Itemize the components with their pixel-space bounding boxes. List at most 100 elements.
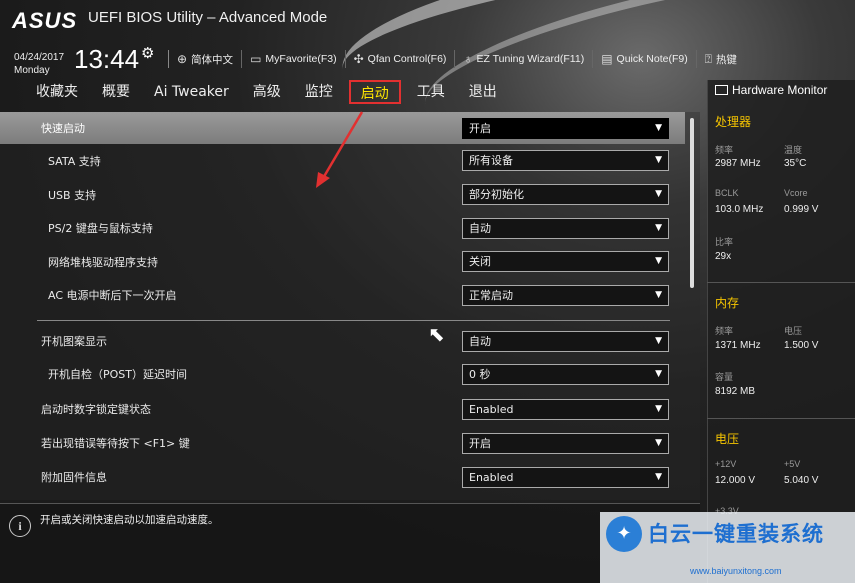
cpu-section-title: 处理器 xyxy=(715,115,752,129)
date-text: 04/24/2017 xyxy=(14,52,65,63)
setting-row-ps2[interactable]: PS/2 键盘与鼠标支持 自动 ▼ xyxy=(0,212,685,244)
chevron-down-icon: ▼ xyxy=(655,290,662,300)
quick-note-label: Quick Note(F9) xyxy=(616,53,688,65)
tab-boot[interactable]: 启动 xyxy=(348,80,401,104)
tab-ai-tweaker[interactable]: Ai Tweaker xyxy=(142,80,241,104)
section-divider xyxy=(707,418,855,419)
hotkeys-button[interactable]: ⍰ 热键 xyxy=(695,50,745,68)
numlock-select[interactable]: Enabled ▼ xyxy=(462,399,669,420)
sata-support-select[interactable]: 所有设备 ▼ xyxy=(462,150,669,171)
network-stack-select[interactable]: 关闭 ▼ xyxy=(462,251,669,272)
watermark-text: 白云一键重装系统 xyxy=(648,522,824,546)
bclk-value: 103.0 MHz xyxy=(715,204,764,215)
help-text: 开启或关闭快速启动以加速启动速度。 xyxy=(40,514,219,526)
setting-row-wait-f1[interactable]: 若出现错误等待按下 <F1> 键 开启 ▼ xyxy=(0,427,685,459)
select-value: 部分初始化 xyxy=(469,188,524,201)
app-title: UEFI BIOS Utility – Advanced Mode xyxy=(88,9,328,26)
gear-icon[interactable]: ⚙ xyxy=(141,44,154,62)
hardware-monitor-title-text: Hardware Monitor xyxy=(732,83,828,97)
select-value: 0 秒 xyxy=(469,368,491,381)
toolbar: ⊕ 简体中文 ▭ MyFavorite(F3) ✣ Qfan Control(F… xyxy=(168,50,745,68)
cpu-freq-value: 2987 MHz xyxy=(715,158,761,169)
mem-capacity-label: 容量 xyxy=(715,372,734,382)
myfavorite-button[interactable]: ▭ MyFavorite(F3) xyxy=(241,50,345,68)
v12-value: 12.000 V xyxy=(715,475,756,486)
watermark-url: www.baiyunxitong.com xyxy=(690,566,782,576)
mem-freq-label: 频率 xyxy=(715,326,734,336)
setting-label: SATA 支持 xyxy=(48,155,101,168)
lightbulb-icon: ♁ xyxy=(463,52,473,66)
select-value: 自动 xyxy=(469,222,491,235)
qfan-control-button[interactable]: ✣ Qfan Control(F6) xyxy=(344,50,455,68)
select-value: 开启 xyxy=(469,437,491,450)
tab-advanced[interactable]: 高级 xyxy=(241,80,293,104)
setting-row-ac-power[interactable]: AC 电源中断后下一次开启 正常启动 ▼ xyxy=(0,279,685,311)
setting-row-numlock[interactable]: 启动时数字锁定键状态 Enabled ▼ xyxy=(0,393,685,425)
memory-section-title: 内存 xyxy=(715,296,740,310)
tab-favorites[interactable]: 收藏夹 xyxy=(0,80,90,104)
tab-monitor[interactable]: 监控 xyxy=(293,80,345,104)
myfavorite-label: MyFavorite(F3) xyxy=(265,53,337,65)
select-value: 正常启动 xyxy=(469,289,513,302)
select-value: Enabled xyxy=(469,471,514,484)
setting-row-firmware-info[interactable]: 附加固件信息 Enabled ▼ xyxy=(0,461,685,493)
note-icon: ▤ xyxy=(601,52,613,66)
ratio-label: 比率 xyxy=(715,237,734,247)
vcore-value: 0.999 V xyxy=(784,204,819,215)
language-button[interactable]: ⊕ 简体中文 xyxy=(168,50,241,68)
asus-logo: ASUS xyxy=(12,8,78,33)
voltage-section-title: 电压 xyxy=(715,432,740,446)
boot-logo-select[interactable]: 自动 ▼ xyxy=(462,331,669,352)
bclk-label: BCLK xyxy=(715,188,739,198)
setting-row-boot-logo[interactable]: 开机图案显示 自动 ▼ xyxy=(0,325,685,357)
setting-label: 启动时数字锁定键状态 xyxy=(41,403,151,416)
firmware-info-select[interactable]: Enabled ▼ xyxy=(462,467,669,488)
chevron-down-icon: ▼ xyxy=(655,155,662,165)
ez-tuning-wizard-button[interactable]: ♁ EZ Tuning Wizard(F11) xyxy=(454,50,592,68)
tab-main[interactable]: 概要 xyxy=(90,80,142,104)
qfan-control-label: Qfan Control(F6) xyxy=(367,53,447,65)
ps2-support-select[interactable]: 自动 ▼ xyxy=(462,218,669,239)
mem-capacity-value: 8192 MB xyxy=(715,386,756,397)
usb-support-select[interactable]: 部分初始化 ▼ xyxy=(462,184,669,205)
chevron-down-icon: ▼ xyxy=(655,123,662,133)
main-tabs: 收藏夹 概要 Ai Tweaker 高级 监控 启动 工具 退出 xyxy=(0,76,509,108)
setting-label: 快速启动 xyxy=(41,122,85,135)
bird-icon: ✦ xyxy=(606,516,642,552)
setting-label: 附加固件信息 xyxy=(41,471,107,484)
tab-exit[interactable]: 退出 xyxy=(457,80,509,104)
chevron-down-icon: ▼ xyxy=(655,223,662,233)
chevron-down-icon: ▼ xyxy=(655,438,662,448)
scrollbar[interactable] xyxy=(690,118,694,288)
setting-row-post-delay[interactable]: 开机自检（POST）延迟时间 0 秒 ▼ xyxy=(0,358,685,390)
setting-row-network-stack[interactable]: 网络堆栈驱动程序支持 关闭 ▼ xyxy=(0,246,685,278)
quick-note-button[interactable]: ▤ Quick Note(F9) xyxy=(592,50,696,68)
fast-boot-select[interactable]: 开启 ▼ xyxy=(462,118,669,139)
tab-tool[interactable]: 工具 xyxy=(405,80,457,104)
post-delay-select[interactable]: 0 秒 ▼ xyxy=(462,364,669,385)
chevron-down-icon: ▼ xyxy=(655,336,662,346)
favorite-icon: ▭ xyxy=(250,52,262,66)
v5-label: +5V xyxy=(784,459,801,469)
chevron-down-icon: ▼ xyxy=(655,369,662,379)
mem-volt-value: 1.500 V xyxy=(784,340,819,351)
setting-label: 开机图案显示 xyxy=(41,335,107,348)
select-value: Enabled xyxy=(469,403,514,416)
mem-freq-value: 1371 MHz xyxy=(715,340,761,351)
ac-power-loss-select[interactable]: 正常启动 ▼ xyxy=(462,285,669,306)
select-value: 自动 xyxy=(469,335,491,348)
setting-label: USB 支持 xyxy=(48,189,97,202)
monitor-icon xyxy=(715,85,728,95)
setting-label: 网络堆栈驱动程序支持 xyxy=(48,256,158,269)
v12-label: +12V xyxy=(715,459,737,469)
chevron-down-icon: ▼ xyxy=(655,472,662,482)
cpu-freq-label: 频率 xyxy=(715,145,734,155)
globe-icon: ⊕ xyxy=(177,52,188,66)
setting-label: AC 电源中断后下一次开启 xyxy=(48,289,177,302)
mouse-cursor-icon: ⬉ xyxy=(428,322,445,346)
wait-f1-select[interactable]: 开启 ▼ xyxy=(462,433,669,454)
date-display: 04/24/2017 Monday xyxy=(14,51,64,77)
ez-tuning-wizard-label: EZ Tuning Wizard(F11) xyxy=(476,53,585,65)
setting-label: 开机自检（POST）延迟时间 xyxy=(48,368,187,381)
section-divider xyxy=(37,320,670,321)
